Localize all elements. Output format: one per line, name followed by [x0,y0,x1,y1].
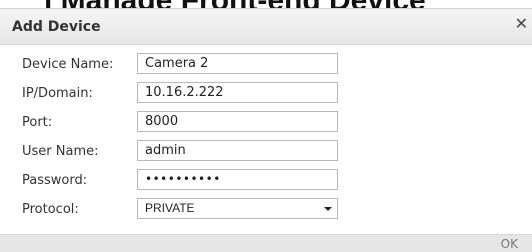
user-name-label: User Name: [22,144,99,159]
port-input[interactable]: 8000 [137,111,338,132]
device-name-input[interactable]: Camera 2 [137,53,338,74]
dialog-header: Add Device ✕ [0,9,532,45]
ip-domain-row: IP/Domain: 10.16.2.222 [0,82,532,104]
ip-domain-input[interactable]: 10.16.2.222 [137,82,338,103]
user-name-row: User Name: admin [0,140,532,162]
user-name-input[interactable]: admin [137,140,338,161]
close-icon[interactable]: ✕ [515,16,528,32]
password-row: Password: •••••••••• [0,169,532,191]
device-name-label: Device Name: [22,57,114,72]
dialog-footer: OK [0,234,532,252]
device-name-row: Device Name: Camera 2 [0,53,532,75]
protocol-select[interactable]: PRIVATE [137,198,338,219]
protocol-selected-value: PRIVATE [145,201,195,215]
password-label: Password: [22,173,88,188]
protocol-label: Protocol: [22,202,79,217]
ip-domain-label: IP/Domain: [22,86,93,101]
port-row: Port: 8000 [0,111,532,133]
chevron-down-icon [324,207,332,211]
add-device-dialog: Add Device ✕ Device Name: Camera 2 IP/Do… [0,8,532,252]
protocol-row: Protocol: PRIVATE [0,198,532,220]
password-input[interactable]: •••••••••• [137,169,338,190]
ok-button[interactable]: OK [501,237,518,251]
port-label: Port: [22,115,53,130]
dialog-title: Add Device [12,19,101,35]
